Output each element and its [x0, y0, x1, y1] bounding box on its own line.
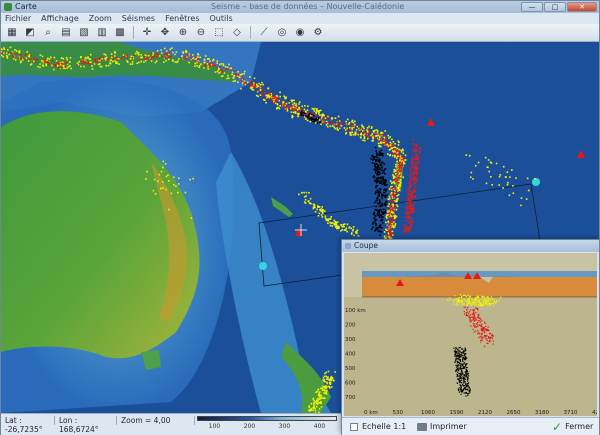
zoom-box-icon: ⬚: [214, 27, 224, 38]
target-icon: ◎: [277, 27, 287, 38]
compass-button[interactable]: ◉: [292, 25, 308, 40]
distance-label: 1060: [421, 410, 435, 416]
grid-button[interactable]: ▩: [112, 25, 128, 40]
stations-button[interactable]: ▥: [94, 25, 110, 40]
longitude-readout: Lon : 168,6724°: [57, 416, 117, 434]
dialog-title-bar[interactable]: Coupe: [342, 240, 599, 252]
maximize-button[interactable]: □: [544, 2, 566, 12]
menu-item-fenetres[interactable]: Fenêtres: [165, 13, 199, 24]
distance-label: 0 km: [364, 410, 378, 416]
compass-icon: ◉: [295, 27, 305, 38]
window-title: Carte: [15, 2, 37, 11]
toolbar: ▦ ◩ ⌕ ▤ ▧ ▥ ▩ ✛ ✥ ⊕ ⊖ ⬚ ◇ ⟋ ◎ ◉ ⚙: [1, 24, 599, 42]
scale-tick: 300: [278, 423, 291, 430]
close-dialog-button[interactable]: ✓ Fermer: [552, 420, 593, 434]
zoom-out-icon: ⊖: [196, 27, 206, 38]
zoom-in-icon: ⊕: [178, 27, 188, 38]
ruler-icon: ◇: [233, 27, 241, 38]
depth-label: 500: [345, 366, 356, 372]
distance-label: 3180: [535, 410, 549, 416]
cross-section-button[interactable]: ⟋: [256, 25, 272, 40]
distance-label: 42: [592, 410, 597, 416]
menu-item-outils[interactable]: Outils: [210, 13, 233, 24]
zoom-world-button[interactable]: ⌕: [40, 25, 56, 40]
scale-tick: 200: [243, 423, 256, 430]
pan-icon: ✥: [160, 27, 170, 38]
scale-checkbox-label: Echelle 1:1: [362, 422, 407, 431]
print-button[interactable]: Imprimer: [417, 420, 467, 434]
window-caption: Seisme – base de données – Nouvelle-Calé…: [211, 2, 405, 11]
section-handle-east[interactable]: [532, 178, 540, 186]
ruler-button[interactable]: ◇: [229, 25, 245, 40]
distance-label: 2650: [507, 410, 521, 416]
menu-item-seismes[interactable]: Séismes: [122, 13, 155, 24]
checkmark-icon: ✓: [552, 420, 563, 434]
minimize-button[interactable]: —: [521, 2, 543, 12]
depth-color-scale: [197, 416, 337, 421]
depth-label: 200: [345, 323, 356, 329]
scale-tick: 100: [208, 423, 221, 430]
zoom-world-icon: ⌕: [45, 27, 51, 38]
zoom-out-button[interactable]: ⊖: [193, 25, 209, 40]
title-bar[interactable]: Carte Seisme – base de données – Nouvell…: [1, 1, 599, 13]
cross-section-canvas: 100 km 200 300 400 500 600 700 0 km 530 1060 1590…: [344, 253, 599, 416]
printer-icon: [417, 423, 427, 431]
menu-item-affichage[interactable]: Affichage: [41, 13, 79, 24]
depth-label: 600: [345, 381, 356, 387]
dialog-icon: [345, 243, 351, 249]
menu-item-zoom[interactable]: Zoom: [89, 13, 112, 24]
close-button[interactable]: ✕: [567, 2, 597, 12]
zoom-in-button[interactable]: ⊕: [175, 25, 191, 40]
grid-icon: ▩: [115, 27, 125, 38]
depth-label: 100 km: [345, 308, 366, 314]
print-button-label: Imprimer: [430, 422, 467, 431]
pan-button[interactable]: ✥: [157, 25, 173, 40]
cross-section-icon: ⟋: [260, 27, 268, 38]
latitude-readout: Lat : -26,7235°: [3, 416, 55, 434]
open-map-button[interactable]: ▦: [4, 25, 20, 40]
depth-label: 400: [345, 352, 356, 358]
menu-bar: Fichier Affichage Zoom Séismes Fenêtres …: [1, 13, 599, 24]
dialog-footer: Echelle 1:1 Imprimer ✓ Fermer: [342, 417, 599, 435]
distance-label: 3710: [564, 410, 578, 416]
menu-item-fichier[interactable]: Fichier: [5, 13, 31, 24]
scale-checkbox[interactable]: [350, 423, 358, 431]
cross-section-dialog: Coupe 100 km 200 300 400 500 600 700 0 km 530 10…: [341, 239, 600, 435]
cursor-button[interactable]: ✛: [139, 25, 155, 40]
layers-icon: ▧: [79, 27, 89, 38]
relief-map-button[interactable]: ◩: [22, 25, 38, 40]
zoom-readout: Zoom = 4,00: [119, 416, 195, 425]
zoom-box-button[interactable]: ⬚: [211, 25, 227, 40]
print-map-button[interactable]: ▤: [58, 25, 74, 40]
gear-button[interactable]: ⚙: [310, 25, 326, 40]
sea-level: [362, 271, 597, 277]
close-dialog-label: Fermer: [565, 422, 594, 431]
toolbar-separator: [133, 26, 134, 39]
depth-label: 700: [345, 395, 356, 401]
distance-label: 2120: [478, 410, 492, 416]
layers-button[interactable]: ▧: [76, 25, 92, 40]
section-handle-west[interactable]: [259, 262, 267, 270]
target-button[interactable]: ◎: [274, 25, 290, 40]
distance-label: 530: [393, 410, 404, 416]
scale-tick: 400: [313, 423, 326, 430]
gear-icon: ⚙: [313, 27, 323, 38]
toolbar-separator: [250, 26, 251, 39]
distance-label: 1590: [450, 410, 464, 416]
open-map-icon: ▦: [7, 27, 17, 38]
print-map-icon: ▤: [61, 27, 71, 38]
dialog-title: Coupe: [354, 241, 378, 250]
depth-label: 300: [345, 337, 356, 343]
app-icon: [4, 3, 12, 11]
stations-icon: ▥: [97, 27, 107, 38]
relief-map-icon: ◩: [25, 27, 35, 38]
cross-section-plot: 100 km 200 300 400 500 600 700 0 km 530 1060 1590…: [344, 253, 599, 416]
cursor-icon: ✛: [142, 27, 152, 38]
